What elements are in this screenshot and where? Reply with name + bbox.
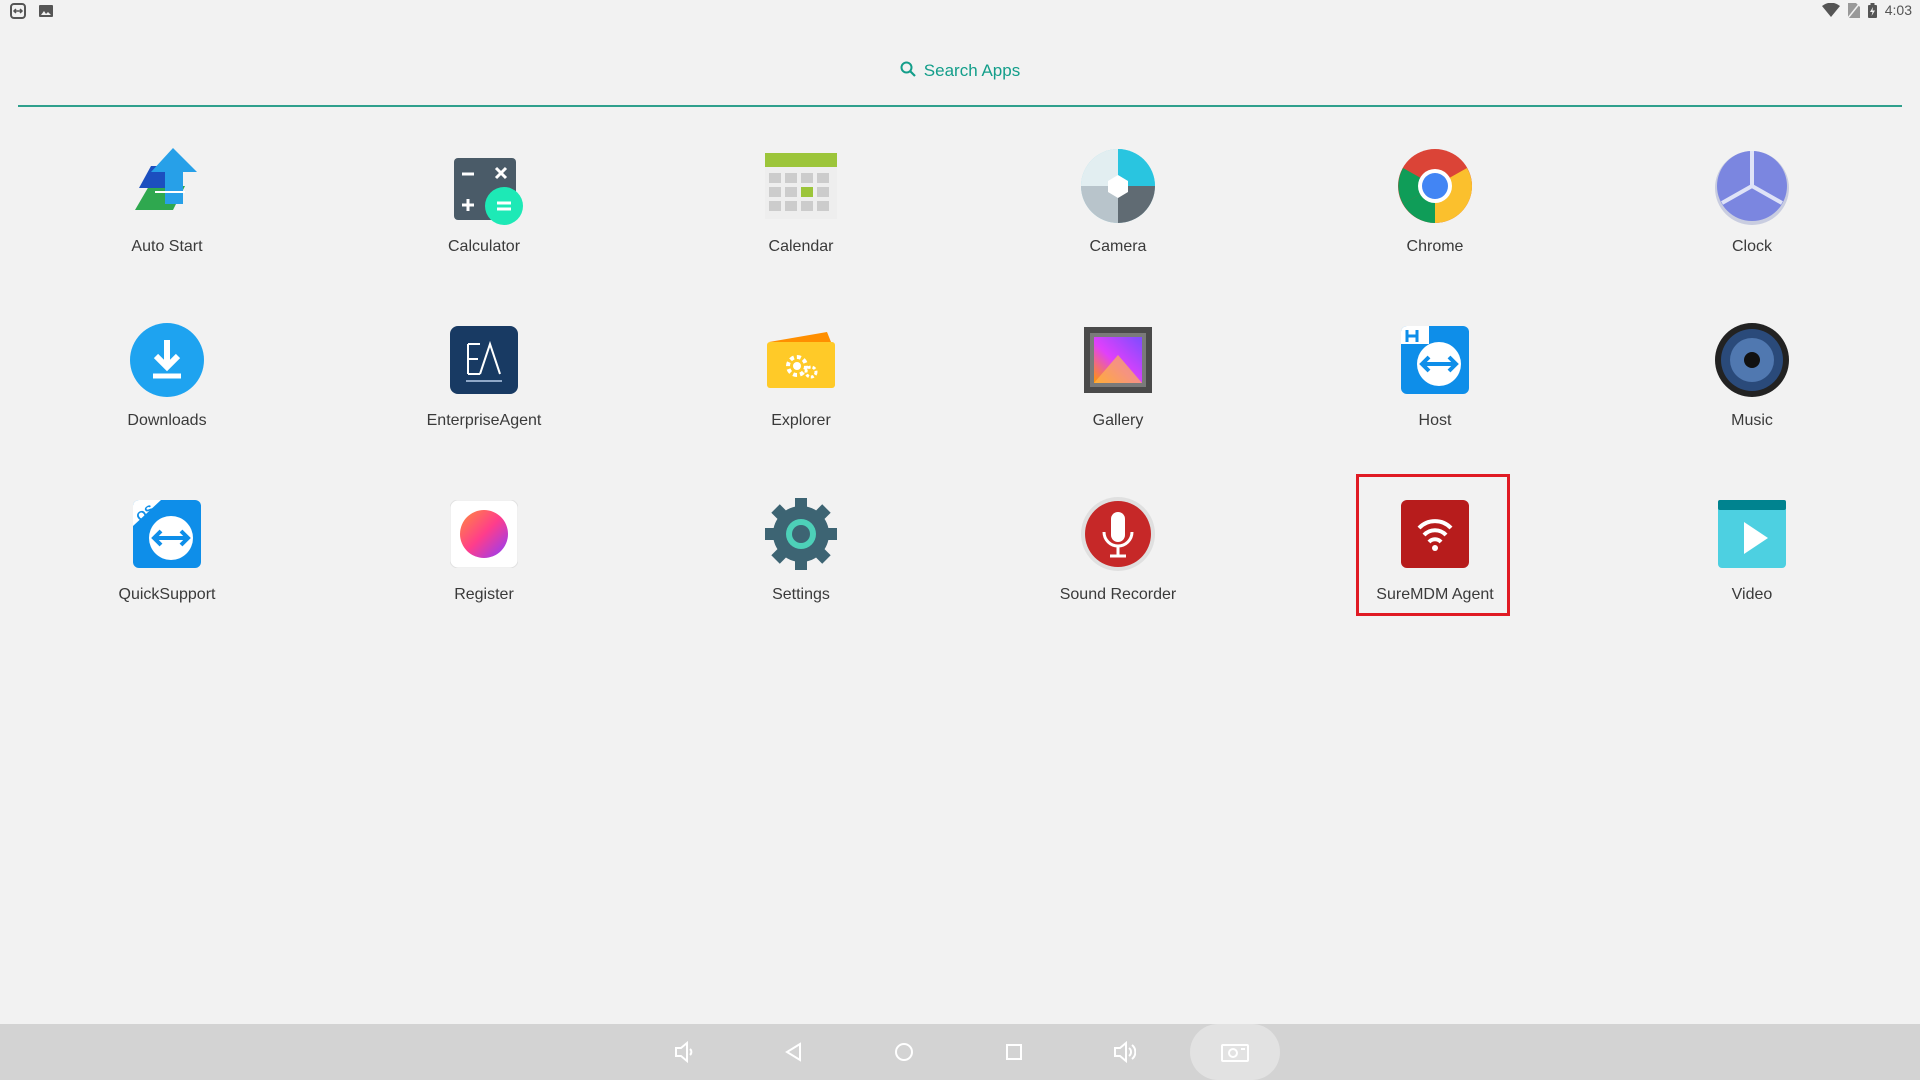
app-label: Calendar <box>768 238 834 255</box>
back-icon <box>785 1042 801 1062</box>
quicksupport-icon: QS <box>127 494 207 574</box>
app-enterpriseagent[interactable]: EnterpriseAgent <box>384 320 584 430</box>
microphone-icon <box>1078 494 1158 574</box>
app-label: EnterpriseAgent <box>426 412 542 429</box>
chrome-icon <box>1395 146 1475 226</box>
app-label: Music <box>1731 412 1773 429</box>
app-label: Chrome <box>1406 238 1464 255</box>
app-label: Explorer <box>771 412 831 429</box>
navigation-bar <box>0 1024 1920 1080</box>
app-settings[interactable]: Settings <box>701 494 901 604</box>
settings-icon <box>761 494 841 574</box>
host-icon <box>1395 320 1475 400</box>
auto-start-icon <box>127 146 207 226</box>
app-sound-recorder[interactable]: Sound Recorder <box>1018 494 1218 604</box>
recents-button[interactable] <box>998 1036 1030 1068</box>
music-icon <box>1712 320 1792 400</box>
no-sim-icon <box>1847 2 1860 18</box>
calendar-icon <box>761 146 841 226</box>
camera-icon <box>1078 146 1158 226</box>
screenshot-icon <box>1221 1044 1249 1062</box>
volume-down-icon <box>675 1041 693 1063</box>
app-register[interactable]: Register <box>384 494 584 604</box>
enterpriseagent-icon <box>444 320 524 400</box>
recents-icon <box>1006 1044 1022 1060</box>
search-divider <box>18 105 1902 107</box>
video-icon <box>1712 494 1792 574</box>
app-label: Register <box>454 586 514 603</box>
teamviewer-notification-icon <box>10 3 26 19</box>
register-icon <box>444 494 524 574</box>
app-label: Gallery <box>1092 412 1144 429</box>
downloads-icon <box>127 320 207 400</box>
gallery-icon <box>1078 320 1158 400</box>
search-apps-button[interactable]: Search Apps <box>0 56 1920 86</box>
app-downloads[interactable]: Downloads <box>67 320 267 430</box>
highlight-box <box>1356 474 1510 616</box>
explorer-icon <box>761 320 841 400</box>
app-clock[interactable]: Clock <box>1652 146 1852 256</box>
battery-icon <box>1867 2 1877 18</box>
app-label: Sound Recorder <box>1059 586 1177 603</box>
home-icon <box>895 1043 913 1061</box>
app-calculator[interactable]: Calculator <box>384 146 584 256</box>
search-icon <box>900 61 916 82</box>
app-label: Calculator <box>447 238 521 255</box>
app-label: QuickSupport <box>118 586 216 603</box>
app-host[interactable]: Host <box>1335 320 1535 430</box>
clock-icon <box>1712 146 1792 226</box>
image-notification-icon <box>38 3 54 19</box>
app-camera[interactable]: Camera <box>1018 146 1218 256</box>
app-label: Camera <box>1089 238 1147 255</box>
app-quicksupport[interactable]: QS QuickSupport <box>67 494 267 604</box>
calculator-icon <box>444 146 524 226</box>
app-video[interactable]: Video <box>1652 494 1852 604</box>
app-label: Settings <box>772 586 830 603</box>
app-label: Auto Start <box>131 238 203 255</box>
app-label: Host <box>1418 412 1452 429</box>
back-button[interactable] <box>778 1036 810 1068</box>
search-label: Search Apps <box>923 61 1021 80</box>
app-music[interactable]: Music <box>1652 320 1852 430</box>
app-label: Video <box>1731 586 1773 603</box>
volume-up-icon <box>1114 1041 1136 1063</box>
app-auto-start[interactable]: Auto Start <box>67 146 267 256</box>
app-label: Downloads <box>127 412 207 429</box>
app-explorer[interactable]: Explorer <box>701 320 901 430</box>
screenshot-button[interactable] <box>1219 1036 1251 1068</box>
app-calendar[interactable]: Calendar <box>701 146 901 256</box>
volume-down-button[interactable] <box>668 1036 700 1068</box>
wifi-icon <box>1821 3 1840 17</box>
status-bar: 4:03 <box>0 0 1920 24</box>
app-gallery[interactable]: Gallery <box>1018 320 1218 430</box>
app-label: Clock <box>1731 238 1772 255</box>
app-chrome[interactable]: Chrome <box>1335 146 1535 256</box>
status-time: 4:03 <box>1884 2 1912 18</box>
volume-up-button[interactable] <box>1108 1036 1140 1068</box>
home-button[interactable] <box>888 1036 920 1068</box>
